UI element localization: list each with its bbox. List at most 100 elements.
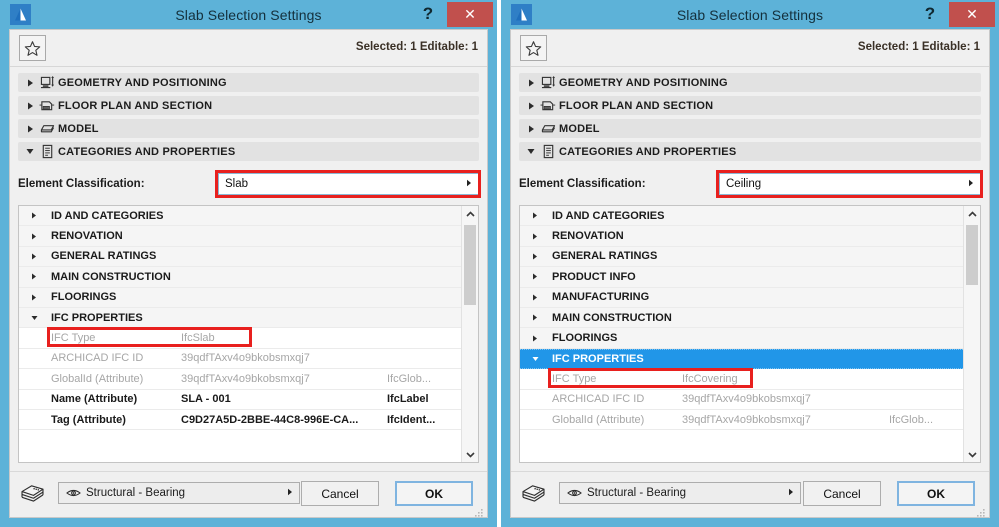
section-model[interactable]: MODEL [18, 119, 479, 138]
table-row[interactable]: ARCHICAD IFC ID 39qdfTAxv4o9bkobsmxqj7 [19, 348, 461, 370]
chevron-right-icon [788, 487, 794, 499]
property-name: GlobalId (Attribute) [552, 413, 645, 426]
section-categories-and-properties[interactable]: CATEGORIES AND PROPERTIES [519, 142, 981, 161]
table-row[interactable]: ID AND CATEGORIES [520, 206, 963, 227]
table-row[interactable]: Tag (Attribute) C9D27A5D-2BBE-44C8-996E-… [19, 409, 461, 431]
element-classification-field-wrap: Ceiling [716, 170, 983, 198]
close-button[interactable]: ✕ [949, 2, 995, 27]
table-row[interactable]: RENOVATION [520, 226, 963, 247]
group-name: MANUFACTURING [552, 291, 650, 304]
scroll-up-icon[interactable] [462, 206, 478, 222]
favorites-star-icon[interactable] [19, 35, 46, 61]
section-model[interactable]: MODEL [519, 119, 981, 138]
title-bar[interactable]: Slab Selection Settings ? ✕ [501, 0, 999, 29]
layer-dropdown[interactable]: Structural - Bearing [559, 482, 801, 504]
chevron-down-icon [525, 148, 537, 155]
vertical-scrollbar[interactable] [963, 206, 980, 462]
section-categories-and-properties[interactable]: CATEGORIES AND PROPERTIES [18, 142, 479, 161]
property-name: GlobalId (Attribute) [51, 372, 144, 385]
section-header-list: GEOMETRY AND POSITIONING FLOOR PLAN AND … [511, 67, 989, 165]
chevron-right-icon[interactable] [520, 335, 550, 342]
chevron-right-icon[interactable] [520, 253, 550, 260]
layers-icon[interactable] [20, 483, 45, 508]
layers-icon[interactable] [521, 483, 546, 508]
table-row[interactable]: IFC Type IfcCovering [520, 369, 963, 390]
property-type: IfcGlob... [387, 372, 432, 385]
property-value: IfcCovering [682, 372, 738, 385]
resize-grip[interactable] [976, 505, 986, 517]
chevron-right-icon [525, 79, 537, 87]
table-row[interactable]: IFC PROPERTIES [19, 307, 461, 329]
group-name: RENOVATION [51, 230, 123, 243]
chevron-down-icon[interactable] [520, 356, 550, 362]
favorites-star-icon[interactable] [520, 35, 547, 61]
chevron-down-icon[interactable] [19, 315, 49, 321]
chevron-right-icon[interactable] [520, 212, 550, 219]
group-name: GENERAL RATINGS [552, 250, 658, 263]
resize-grip[interactable] [474, 505, 484, 517]
favorites-strip: Selected: 1 Editable: 1 [10, 30, 487, 67]
chevron-right-icon[interactable] [520, 314, 550, 321]
layer-dropdown[interactable]: Structural - Bearing [58, 482, 300, 504]
chevron-right-icon[interactable] [19, 233, 49, 240]
vertical-scrollbar[interactable] [461, 206, 478, 462]
table-row[interactable]: IFC Type IfcSlab [19, 328, 461, 349]
property-value: IfcSlab [181, 332, 215, 345]
table-row[interactable]: GlobalId (Attribute) 39qdfTAxv4o9bkobsmx… [520, 409, 963, 431]
table-row[interactable]: ID AND CATEGORIES [19, 206, 461, 227]
element-classification-dropdown[interactable]: Slab [218, 173, 479, 195]
help-button[interactable]: ? [415, 1, 441, 27]
group-name: PRODUCT INFO [552, 270, 636, 283]
title-bar[interactable]: Slab Selection Settings ? ✕ [0, 0, 497, 29]
scrollbar-thumb[interactable] [464, 225, 476, 305]
section-geometry-and-positioning[interactable]: GEOMETRY AND POSITIONING [519, 73, 981, 92]
table-row[interactable]: MANUFACTURING [520, 287, 963, 308]
chevron-right-icon[interactable] [19, 253, 49, 260]
section-floor-plan-and-section[interactable]: FLOOR PLAN AND SECTION [18, 96, 479, 115]
scrollbar-thumb[interactable] [966, 225, 978, 285]
table-row[interactable]: FLOORINGS [19, 287, 461, 308]
cancel-button[interactable]: Cancel [301, 481, 379, 506]
element-classification-label: Element Classification: [519, 178, 646, 190]
table-row[interactable]: Name (Attribute) SLA - 001 IfcLabel [19, 389, 461, 410]
section-floor-plan-and-section[interactable]: FLOOR PLAN AND SECTION [519, 96, 981, 115]
scroll-down-icon[interactable] [964, 446, 980, 462]
property-name: IFC Type [51, 332, 96, 345]
close-button[interactable]: ✕ [447, 2, 493, 27]
chevron-right-icon[interactable] [520, 273, 550, 280]
property-name: ARCHICAD IFC ID [552, 393, 645, 406]
chevron-right-icon[interactable] [19, 212, 49, 219]
table-row[interactable]: ARCHICAD IFC ID 39qdfTAxv4o9bkobsmxqj7 [520, 389, 963, 410]
property-list-rows[interactable]: ID AND CATEGORIES RENOVATION GENERAL RAT… [19, 206, 461, 462]
element-classification-row: Element Classification: Ceiling [519, 170, 983, 198]
chevron-right-icon[interactable] [520, 233, 550, 240]
property-name: IFC Type [552, 372, 597, 385]
chevron-down-icon [24, 148, 36, 155]
chevron-right-icon[interactable] [19, 273, 49, 280]
chevron-right-icon[interactable] [520, 294, 550, 301]
slab-selection-settings-window-left: Slab Selection Settings ? ✕ Selected: 1 … [0, 0, 497, 527]
chevron-right-icon[interactable] [19, 294, 49, 301]
table-row[interactable]: GlobalId (Attribute) 39qdfTAxv4o9bkobsmx… [19, 369, 461, 390]
help-button[interactable]: ? [917, 1, 943, 27]
scroll-down-icon[interactable] [462, 446, 478, 462]
table-row[interactable]: MAIN CONSTRUCTION [520, 307, 963, 329]
cancel-button[interactable]: Cancel [803, 481, 881, 506]
table-row[interactable]: PRODUCT INFO [520, 267, 963, 288]
section-label: GEOMETRY AND POSITIONING [559, 76, 728, 89]
property-list-rows[interactable]: ID AND CATEGORIES RENOVATION GENERAL RAT… [520, 206, 963, 462]
scroll-up-icon[interactable] [964, 206, 980, 222]
table-row[interactable]: MAIN CONSTRUCTION [19, 267, 461, 288]
ok-button[interactable]: OK [897, 481, 975, 506]
ok-button[interactable]: OK [395, 481, 473, 506]
table-row[interactable]: GENERAL RATINGS [19, 246, 461, 268]
section-geometry-and-positioning[interactable]: GEOMETRY AND POSITIONING [18, 73, 479, 92]
property-value: SLA - 001 [181, 393, 231, 406]
table-row[interactable]: FLOORINGS [520, 328, 963, 349]
table-row[interactable]: RENOVATION [19, 226, 461, 247]
table-row[interactable]: GENERAL RATINGS [520, 246, 963, 268]
table-row[interactable]: IFC PROPERTIES [520, 348, 963, 370]
element-classification-dropdown[interactable]: Ceiling [719, 173, 981, 195]
property-value: C9D27A5D-2BBE-44C8-996E-CA... [181, 413, 359, 426]
chevron-right-icon [968, 178, 974, 190]
